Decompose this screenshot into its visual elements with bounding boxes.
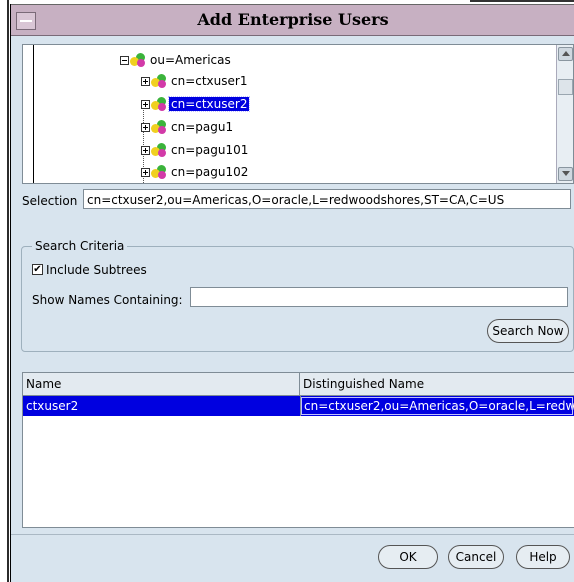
background-window-edge-top xyxy=(470,0,574,2)
cancel-button[interactable]: Cancel xyxy=(448,545,504,569)
show-names-input[interactable] xyxy=(190,287,568,307)
tree-node-label: cn=ctxuser2 xyxy=(167,96,251,112)
directory-node-icon xyxy=(130,53,146,67)
tree-node-ou-americas[interactable]: ou=Americas xyxy=(120,51,233,69)
expand-icon[interactable] xyxy=(141,99,150,109)
scroll-up-button[interactable] xyxy=(558,47,573,61)
tree-node-label: cn=pagu101 xyxy=(171,143,249,157)
directory-node-icon xyxy=(151,143,167,157)
include-subtrees-checkbox[interactable]: ✔ xyxy=(32,264,43,275)
tree-node-label: ou=Americas xyxy=(150,53,231,67)
table-row[interactable]: ctxuser2 cn=ctxuser2,ou=Americas,O=oracl… xyxy=(23,396,574,416)
include-subtrees-label[interactable]: Include Subtrees xyxy=(46,263,147,277)
directory-tree[interactable]: ou=Americas cn=ctxuser1 cn=ctxuser2 cn=p… xyxy=(22,44,574,184)
scroll-thumb[interactable] xyxy=(558,79,573,95)
window-title: Add Enterprise Users xyxy=(197,10,389,29)
title-bar[interactable]: Add Enterprise Users xyxy=(11,4,574,36)
tree-node-pagu102[interactable]: cn=pagu102 xyxy=(141,163,250,181)
results-table[interactable]: Name Distinguished Name ctxuser2 cn=ctxu… xyxy=(22,372,574,528)
add-enterprise-users-dialog: Add Enterprise Users ou=Americas cn=ctxu… xyxy=(10,4,574,582)
window-border xyxy=(7,0,9,582)
scroll-down-button[interactable] xyxy=(558,167,573,181)
help-button[interactable]: Help xyxy=(516,545,570,569)
background-window-edge xyxy=(0,0,10,582)
tree-node-ctxuser1[interactable]: cn=ctxuser1 xyxy=(141,72,249,90)
column-header-name[interactable]: Name xyxy=(23,373,300,395)
directory-node-icon xyxy=(151,97,167,111)
directory-node-icon xyxy=(151,120,167,134)
search-criteria-group: Search Criteria ✔ Include Subtrees Show … xyxy=(21,239,574,352)
table-header: Name Distinguished Name xyxy=(23,373,574,396)
cell-name: ctxuser2 xyxy=(26,399,79,413)
expand-icon[interactable] xyxy=(141,145,150,155)
cell-distinguished-name: cn=ctxuser2,ou=Americas,O=oracle,L=redwo… xyxy=(300,396,574,416)
selection-label: Selection xyxy=(22,194,78,208)
collapse-icon[interactable] xyxy=(120,55,129,65)
column-header-distinguished-name[interactable]: Distinguished Name xyxy=(300,373,574,395)
expand-icon[interactable] xyxy=(141,167,150,177)
ok-button[interactable]: OK xyxy=(378,545,438,569)
expand-icon[interactable] xyxy=(141,122,150,132)
arrow-down-icon xyxy=(562,171,570,176)
expand-icon[interactable] xyxy=(141,76,150,86)
tree-vertical-scrollbar[interactable] xyxy=(556,45,573,183)
selection-field[interactable]: cn=ctxuser2,ou=Americas,O=oracle,L=redwo… xyxy=(83,189,571,209)
search-now-button[interactable]: Search Now xyxy=(487,319,569,343)
directory-node-icon xyxy=(151,165,167,179)
tree-node-pagu101[interactable]: cn=pagu101 xyxy=(141,141,250,159)
tree-node-ctxuser2[interactable]: cn=ctxuser2 xyxy=(141,95,251,113)
show-names-label: Show Names Containing: xyxy=(32,293,183,307)
tree-node-label: cn=ctxuser1 xyxy=(171,74,248,88)
button-bar-divider xyxy=(11,534,574,535)
search-criteria-legend: Search Criteria xyxy=(32,239,128,253)
arrow-up-icon xyxy=(562,51,570,56)
tree-node-label: cn=pagu102 xyxy=(171,165,249,179)
tree-node-label: cn=pagu1 xyxy=(171,120,234,134)
tree-guide-line xyxy=(33,45,34,183)
tree-node-pagu1[interactable]: cn=pagu1 xyxy=(141,118,235,136)
directory-node-icon xyxy=(151,74,167,88)
